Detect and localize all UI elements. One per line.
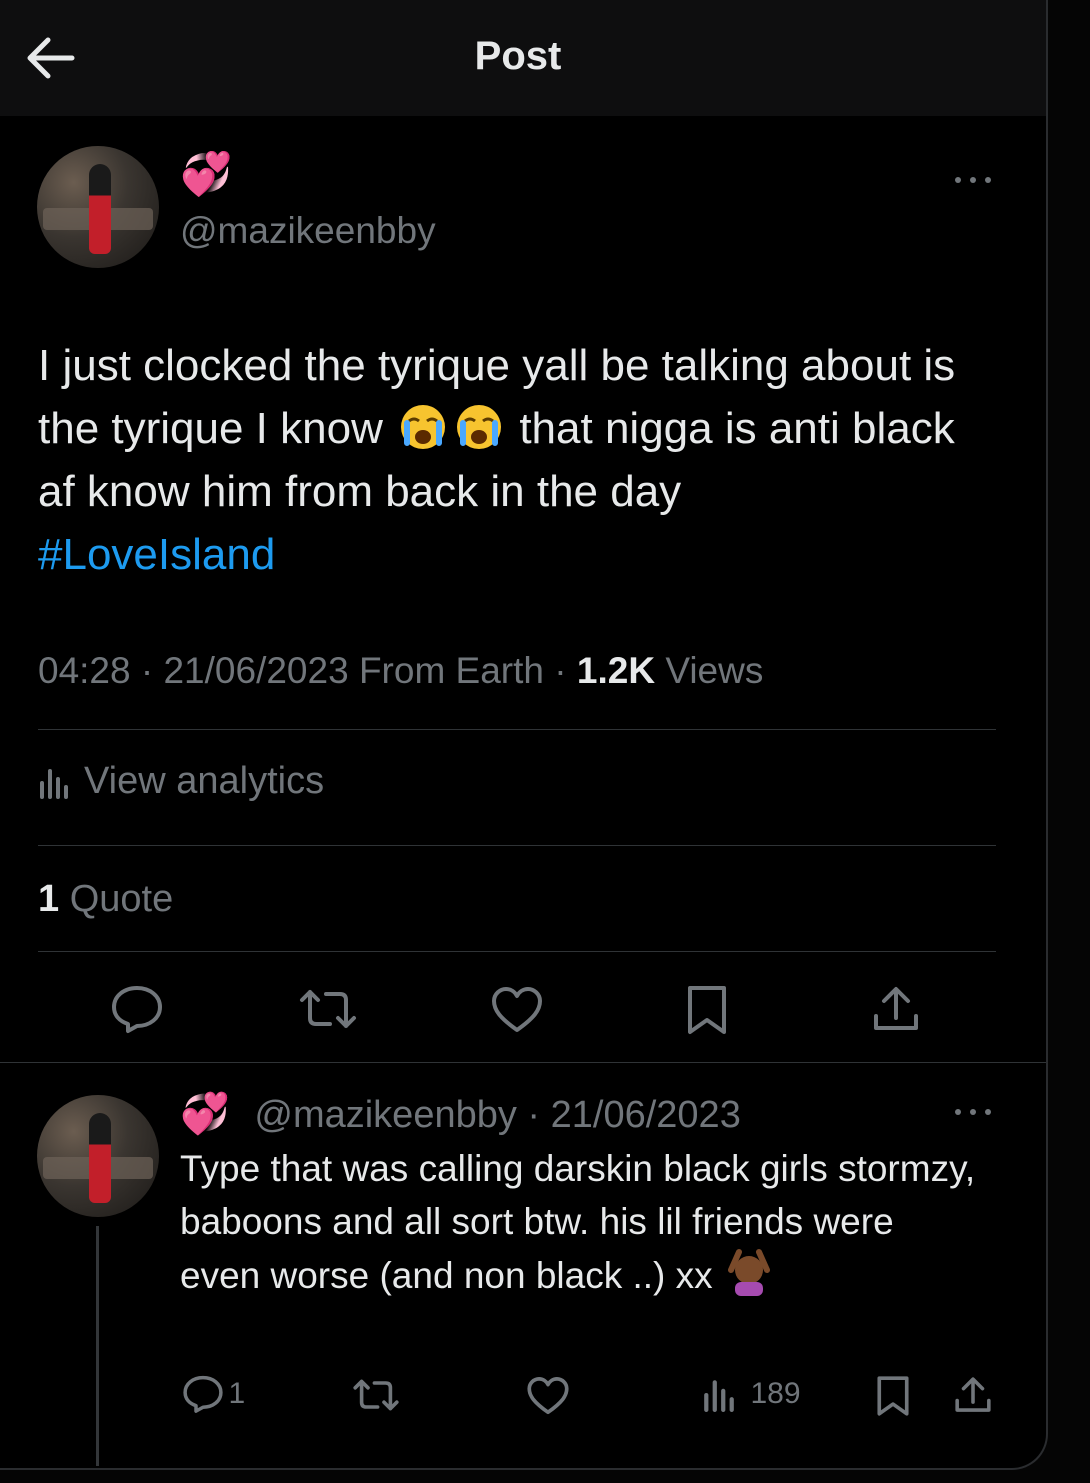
- reply-text: Type that was calling darskin black girl…: [180, 1148, 976, 1296]
- analytics-icon: [704, 1380, 734, 1412]
- quotes-link[interactable]: 1 Quote: [38, 878, 173, 921]
- display-name-emoji[interactable]: 💞: [180, 1092, 230, 1136]
- repost-button[interactable]: [352, 1376, 400, 1414]
- reply-date[interactable]: 21/06/2023: [551, 1094, 741, 1136]
- quote-count: 1: [38, 878, 60, 920]
- avatar[interactable]: [37, 146, 159, 268]
- share-icon: [955, 1377, 991, 1412]
- like-icon: [492, 987, 542, 1032]
- reply-button[interactable]: 1: [182, 1374, 245, 1414]
- like-button[interactable]: [490, 986, 544, 1034]
- reply-handle[interactable]: @mazikeenbby: [254, 1094, 516, 1136]
- views-count: 1.2K: [576, 650, 656, 691]
- bookmark-button[interactable]: [876, 1375, 910, 1417]
- post-time[interactable]: 04:28: [38, 650, 131, 691]
- thread-line: [96, 1226, 99, 1466]
- share-button[interactable]: [954, 1375, 992, 1415]
- divider: [38, 729, 996, 730]
- post-text: I just clocked the tyrique yall be talki…: [38, 334, 998, 586]
- share-button[interactable]: [872, 984, 920, 1034]
- author-handle[interactable]: @mazikeenbby: [180, 210, 436, 252]
- analytics-icon: [40, 769, 68, 799]
- hashtag-link[interactable]: #LoveIsland: [38, 530, 275, 579]
- post-meta: 04:28 · 21/06/2023 From Earth · 1.2K Vie…: [38, 650, 764, 691]
- reply-icon: [183, 1375, 223, 1413]
- page-title: Post: [474, 34, 562, 78]
- views-count: 189: [750, 1377, 801, 1410]
- share-icon: [874, 987, 918, 1030]
- like-icon: [527, 1377, 569, 1415]
- bookmark-icon: [877, 1376, 909, 1416]
- view-analytics-link[interactable]: View analytics: [38, 760, 324, 803]
- bookmark-icon: [688, 986, 726, 1034]
- no-gesture-emoji: [727, 1249, 770, 1296]
- crying-face-emoji: [401, 405, 446, 449]
- reply-header: 💞 @mazikeenbby · 21/06/2023: [180, 1092, 741, 1136]
- reply-count: 1: [228, 1377, 246, 1410]
- divider: [0, 1062, 1046, 1063]
- more-icon[interactable]: [955, 175, 995, 187]
- more-icon[interactable]: [955, 1107, 995, 1119]
- reply-button[interactable]: [110, 984, 164, 1034]
- post-source: From Earth: [358, 650, 544, 691]
- quote-label: Quote: [69, 878, 174, 920]
- divider: [38, 951, 996, 952]
- views-label: Views: [665, 650, 764, 691]
- bookmark-button[interactable]: [686, 984, 728, 1036]
- avatar[interactable]: [37, 1095, 159, 1217]
- divider: [38, 845, 996, 846]
- post-page: Post 💞 @mazikeenbby I just clocked the t…: [0, 0, 1048, 1470]
- display-name-emoji[interactable]: 💞: [180, 150, 232, 199]
- view-analytics-label: View analytics: [84, 760, 325, 802]
- repost-icon: [353, 1379, 399, 1411]
- top-bar: Post: [0, 0, 1046, 116]
- like-button[interactable]: [526, 1376, 570, 1416]
- views-button[interactable]: 189: [702, 1376, 801, 1412]
- repost-icon: [300, 990, 356, 1028]
- post-date[interactable]: 21/06/2023: [163, 650, 348, 691]
- reply-icon: [112, 986, 162, 1033]
- repost-button[interactable]: [298, 986, 358, 1032]
- crying-face-emoji: [457, 405, 502, 449]
